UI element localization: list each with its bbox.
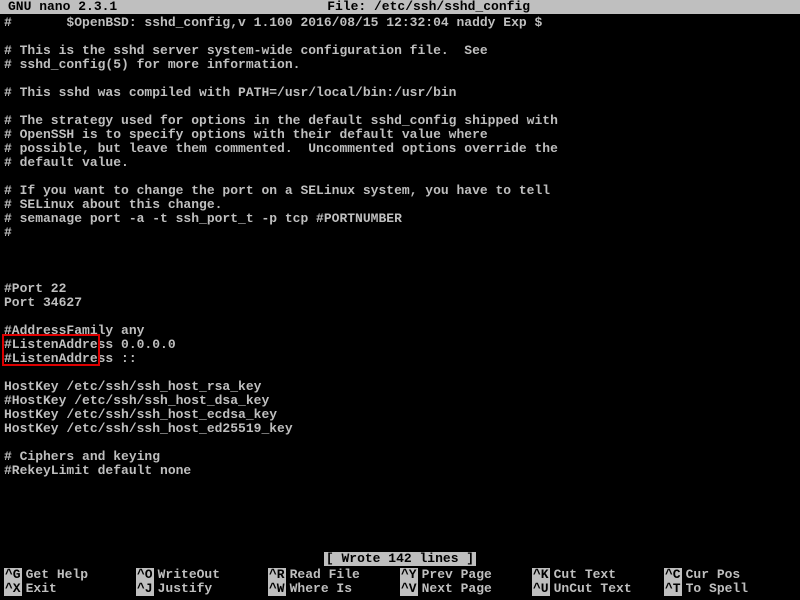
help-key: ^Y <box>400 568 418 582</box>
help-label: Next Page <box>422 582 492 596</box>
help-item[interactable]: ^Y Prev Page <box>400 568 532 582</box>
help-label: To Spell <box>686 582 748 596</box>
help-key: ^G <box>4 568 22 582</box>
status-message: [ Wrote 142 lines ] <box>324 552 476 566</box>
help-label: Get Help <box>26 568 88 582</box>
help-label: Read File <box>290 568 360 582</box>
help-label: Where Is <box>290 582 352 596</box>
app-name: GNU nano 2.3.1 <box>0 0 117 14</box>
help-label: WriteOut <box>158 568 220 582</box>
help-key: ^X <box>4 582 22 596</box>
help-item[interactable]: ^U UnCut Text <box>532 582 664 596</box>
help-key: ^V <box>400 582 418 596</box>
help-label: Prev Page <box>422 568 492 582</box>
help-item[interactable]: ^C Cur Pos <box>664 568 796 582</box>
help-row-2: ^X Exit ^J Justify ^W Where Is ^V Next Page ^U Un… <box>4 582 796 596</box>
titlebar: GNU nano 2.3.1 File: /etc/ssh/sshd_confi… <box>0 0 800 14</box>
help-label: UnCut Text <box>554 582 632 596</box>
help-item[interactable]: ^O WriteOut <box>136 568 268 582</box>
help-item[interactable]: ^K Cut Text <box>532 568 664 582</box>
help-key: ^U <box>532 582 550 596</box>
file-path: File: /etc/ssh/sshd_config <box>117 0 800 14</box>
help-key: ^R <box>268 568 286 582</box>
help-key: ^O <box>136 568 154 582</box>
help-key: ^C <box>664 568 682 582</box>
help-label: Exit <box>26 582 57 596</box>
help-item[interactable]: ^V Next Page <box>400 582 532 596</box>
help-label: Cur Pos <box>686 568 741 582</box>
help-key: ^W <box>268 582 286 596</box>
help-row-1: ^G Get Help ^O WriteOut ^R Read File ^Y Prev Pa… <box>4 568 796 582</box>
help-label: Cut Text <box>554 568 616 582</box>
help-label: Justify <box>158 582 213 596</box>
status-bar: [ Wrote 142 lines ] <box>0 552 800 566</box>
help-item[interactable]: ^J Justify <box>136 582 268 596</box>
help-bar: ^G Get Help ^O WriteOut ^R Read File ^Y Prev Pa… <box>0 568 800 596</box>
help-key: ^T <box>664 582 682 596</box>
help-item[interactable]: ^T To Spell <box>664 582 796 596</box>
help-item[interactable]: ^X Exit <box>4 582 136 596</box>
help-key: ^J <box>136 582 154 596</box>
editor-content[interactable]: # $OpenBSD: sshd_config,v 1.100 2016/08/… <box>0 14 800 480</box>
help-item[interactable]: ^G Get Help <box>4 568 136 582</box>
help-item[interactable]: ^R Read File <box>268 568 400 582</box>
help-key: ^K <box>532 568 550 582</box>
help-item[interactable]: ^W Where Is <box>268 582 400 596</box>
